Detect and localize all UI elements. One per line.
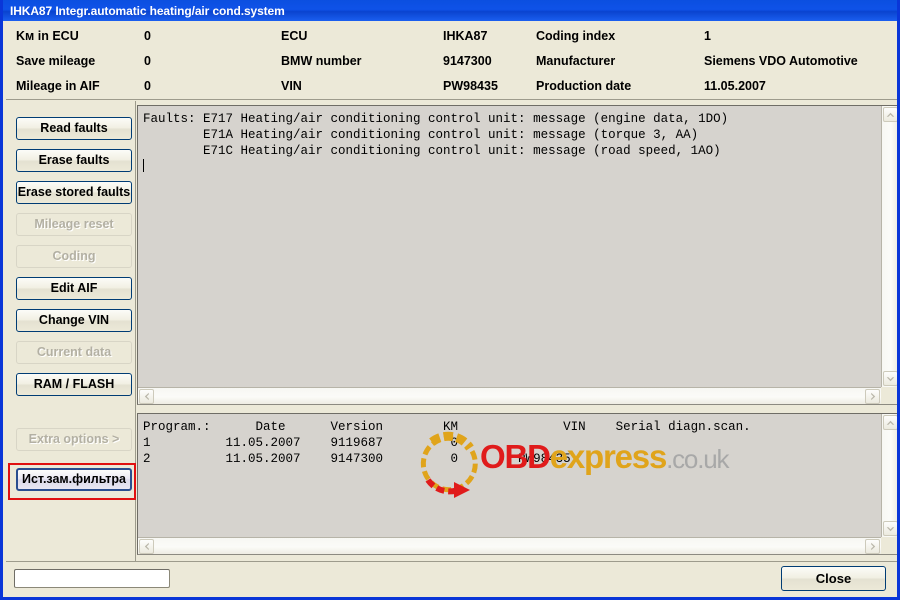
history-row-1: 1 11.05.2007 9119687 0 [143, 436, 459, 450]
info-label-manufacturer: Manufacturer [536, 54, 616, 68]
change-vin-button[interactable]: Change VIN [16, 309, 132, 332]
faults-line-1: E71A Heating/air conditioning control un… [143, 128, 699, 142]
history-vertical-scrollbar[interactable] [881, 414, 897, 537]
sidebar-toolbar: Read faults Erase faults Erase stored fa… [6, 101, 136, 561]
info-value-coding-index: 1 [704, 29, 711, 43]
faults-vertical-scrollbar[interactable] [881, 106, 897, 387]
extra-options-button: Extra options > [16, 428, 132, 451]
info-label-bmw-number: BMW number [281, 54, 362, 68]
erase-stored-faults-button[interactable]: Erase stored faults [16, 181, 132, 204]
mileage-reset-button: Mileage reset [16, 213, 132, 236]
faults-output-panel: Faults: E717 Heating/air conditioning co… [137, 105, 897, 405]
info-label-save-mileage: Save mileage [16, 54, 96, 68]
info-value-save-mileage: 0 [144, 54, 151, 68]
history-text[interactable]: Program.: Date Version KM VIN Serial dia… [143, 419, 879, 535]
application-window: IHKA87 Integr.automatic heating/air cond… [0, 0, 900, 600]
close-button[interactable]: Close [781, 566, 886, 591]
read-faults-button[interactable]: Read faults [16, 117, 132, 140]
text-caret [143, 159, 144, 172]
scroll-up-icon[interactable] [883, 415, 897, 430]
info-label-production-date: Production date [536, 79, 632, 93]
info-value-km-in-ecu: 0 [144, 29, 151, 43]
info-label-vin: VIN [281, 79, 302, 93]
programming-history-panel: Program.: Date Version KM VIN Serial dia… [137, 413, 897, 555]
info-value-ecu: IHKA87 [443, 29, 488, 43]
vehicle-info-header: Kм in ECU 0 ECU IHKA87 Coding index 1 Sa… [6, 21, 897, 100]
status-input[interactable] [14, 569, 170, 588]
info-value-bmw-number: 9147300 [443, 54, 492, 68]
history-row-2: 2 11.05.2007 9147300 0 PW98435 [143, 452, 571, 466]
info-label-ecu: ECU [281, 29, 308, 43]
info-value-production-date: 11.05.2007 [704, 79, 766, 93]
scroll-right-icon[interactable] [865, 389, 880, 404]
scroll-down-icon[interactable] [883, 521, 897, 536]
erase-faults-button[interactable]: Erase faults [16, 149, 132, 172]
info-value-mileage-in-aif: 0 [144, 79, 151, 93]
current-data-button: Current data [16, 341, 132, 364]
window-title: IHKA87 Integr.automatic heating/air cond… [10, 3, 285, 18]
footer-bar: Close [6, 561, 897, 597]
info-value-manufacturer: Siemens VDO Automotive [704, 54, 858, 68]
window-titlebar: IHKA87 Integr.automatic heating/air cond… [3, 0, 897, 21]
scroll-right-icon[interactable] [865, 539, 880, 554]
scroll-left-icon[interactable] [139, 539, 154, 554]
info-value-vin: PW98435 [443, 79, 498, 93]
faults-horizontal-scrollbar[interactable] [138, 387, 881, 404]
info-label-mileage-in-aif: Mileage in AIF [16, 79, 100, 93]
filter-change-history-button[interactable]: Ист.зам.фильтра [16, 468, 132, 491]
faults-line-2: E71C Heating/air conditioning control un… [143, 144, 721, 158]
faults-line-0: Faults: E717 Heating/air conditioning co… [143, 112, 729, 126]
info-label-coding-index: Coding index [536, 29, 616, 43]
history-scrollbar-corner [881, 537, 897, 554]
history-header: Program.: Date Version KM VIN Serial dia… [143, 420, 751, 434]
scroll-up-icon[interactable] [883, 107, 897, 122]
scroll-left-icon[interactable] [139, 389, 154, 404]
info-label-km-in-ecu: Kм in ECU [16, 29, 79, 43]
faults-scrollbar-corner [881, 387, 897, 404]
faults-text[interactable]: Faults: E717 Heating/air conditioning co… [143, 111, 879, 385]
edit-aif-button[interactable]: Edit AIF [16, 277, 132, 300]
coding-button: Coding [16, 245, 132, 268]
scroll-down-icon[interactable] [883, 371, 897, 386]
history-horizontal-scrollbar[interactable] [138, 537, 881, 554]
ram-flash-button[interactable]: RAM / FLASH [16, 373, 132, 396]
